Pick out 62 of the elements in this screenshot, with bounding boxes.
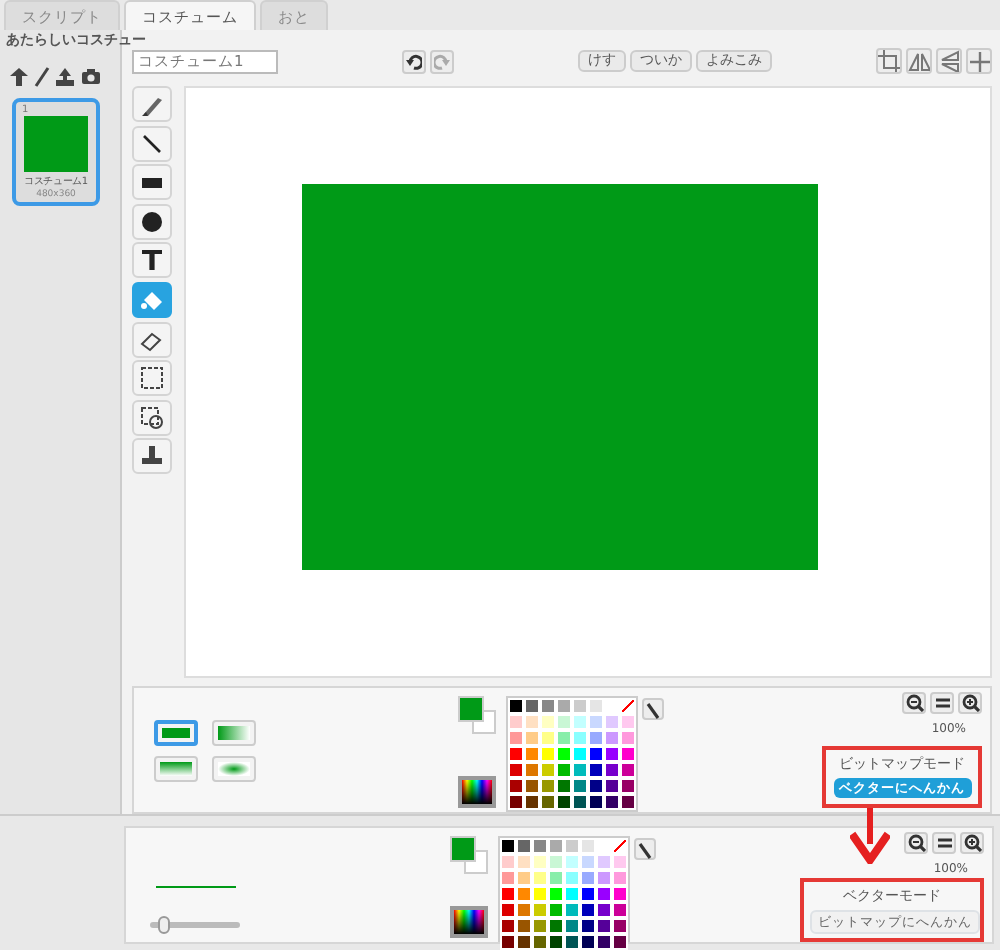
zoom-reset-button[interactable] [932,832,956,854]
zoom-in-icon [961,694,979,712]
zoom-in-button[interactable] [960,832,984,854]
color-swatch[interactable] [450,836,490,876]
undo-icon [406,53,422,69]
eyedropper-icon [636,842,654,861]
eyedropper-icon [644,702,662,721]
redo-icon [434,53,450,69]
equals-icon [935,834,953,852]
zoom-out-button[interactable] [902,692,926,714]
zoom-out-icon [907,834,925,852]
tool-button[interactable] [132,360,172,397]
zoom-in-icon [963,834,981,852]
paint-bucket-icon [140,287,164,312]
tool-button[interactable] [132,321,172,358]
ellipse-icon [140,209,164,234]
color-picker-button[interactable] [450,906,488,938]
select-and-duplicate-icon [140,405,164,430]
toolbar-icon-button[interactable] [906,48,932,74]
crop-icon [878,50,900,73]
color-swatch[interactable] [458,696,498,736]
upload-icon[interactable] [54,65,76,87]
toolbar-icon-button[interactable] [876,48,902,74]
fill-type-button[interactable] [154,755,198,781]
paint-icon[interactable] [34,65,50,87]
select-icon [140,366,164,391]
costume-preview [24,116,88,172]
tool-button[interactable] [132,399,172,436]
eraser-icon [140,327,164,352]
brush-size-slider[interactable] [150,921,240,927]
slider-thumb[interactable] [157,915,170,933]
flip-horizontal-icon [908,50,930,73]
stamp-icon [140,444,164,469]
zoom-reset-button[interactable] [930,692,954,714]
eyedropper-button[interactable] [634,838,656,860]
brush-icon [140,92,164,116]
toolbar-icon-button[interactable] [966,48,992,74]
tool-button[interactable] [132,242,172,279]
color-picker-button[interactable] [458,776,496,808]
line-icon [140,131,164,156]
camera-icon[interactable] [80,66,102,86]
annotation-arrow [850,808,890,864]
zoom-out-icon [905,694,923,712]
toolbar-icon-button[interactable] [936,48,962,74]
equals-icon [933,694,951,712]
tool-button[interactable] [132,438,172,475]
fill-type-button[interactable] [154,719,198,745]
fill-type-button[interactable] [212,755,256,781]
line-preview-drawing [156,883,236,889]
flip-vertical-icon [938,50,960,73]
tool-button[interactable] [132,125,172,162]
tool-button[interactable] [132,203,172,240]
zoom-in-button[interactable] [958,692,982,714]
fill-type-button[interactable] [212,719,256,745]
eyedropper-button[interactable] [642,698,664,720]
tool-button[interactable] [132,164,172,201]
text-icon [140,248,164,273]
paint-canvas[interactable] [184,86,992,678]
zoom-out-button[interactable] [904,832,928,854]
undo-button[interactable] [402,49,426,73]
color-palette[interactable] [506,696,638,812]
center-icon [968,50,990,73]
